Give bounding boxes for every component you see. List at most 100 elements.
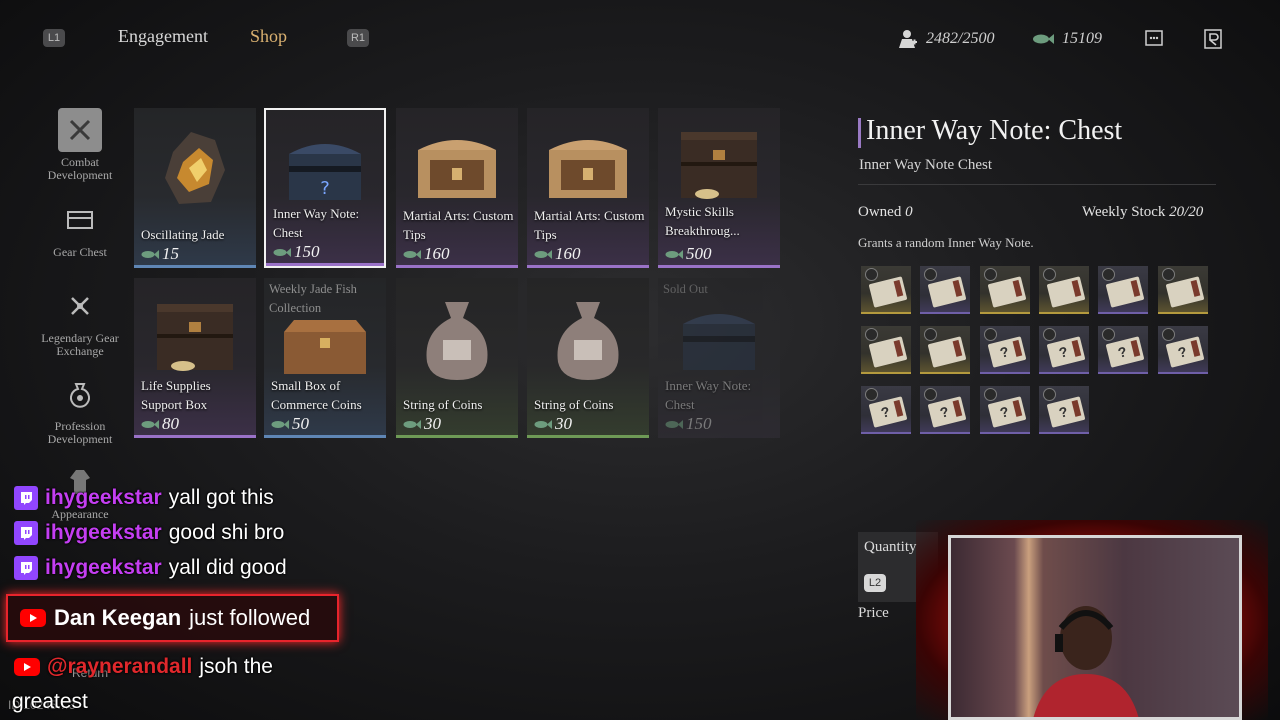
inner-way-note-item[interactable] [1098, 266, 1149, 314]
chat-text: yall did good [168, 556, 287, 579]
item-price-value: 80 [162, 414, 179, 433]
note-scroll-icon [1165, 276, 1204, 308]
ornate-chest-art [549, 140, 627, 198]
sidebar-item-label: Gear Chest [53, 245, 107, 259]
shop-item-inner-way-note-chest-sold-out[interactable]: Sold Out Inner Way Note: Chest 150 [658, 278, 780, 438]
follower-name: Dan Keegan [54, 605, 182, 630]
inner-way-note-item[interactable]: ? [979, 386, 1030, 434]
tab-shop[interactable]: Shop [250, 26, 287, 47]
item-price: 50 [271, 414, 309, 434]
inner-way-note-item[interactable]: ? [861, 386, 911, 434]
inner-way-note-item[interactable] [920, 266, 971, 314]
note-type-icon [865, 388, 878, 401]
weekly-stock-value: 20/20 [1169, 204, 1204, 220]
item-name: Martial Arts: Custom Tips [534, 208, 645, 242]
jade-fish-icon [1032, 32, 1054, 54]
note-scroll-icon [927, 276, 967, 308]
l1-button[interactable]: L1 [43, 29, 65, 47]
note-type-icon [1102, 268, 1116, 281]
item-price-value: 150 [294, 242, 320, 261]
sidebar-item-profession-development[interactable]: Profession Development [38, 372, 122, 446]
jade-fish-icon [141, 249, 159, 259]
detail-title: Inner Way Note: Chest [866, 115, 1123, 146]
note-type-icon [924, 388, 938, 401]
chat-message: @raynerandall jsoh the [14, 655, 273, 679]
owned-row: Owned 0 [858, 204, 913, 221]
item-price: 15 [141, 244, 179, 264]
inner-way-note-item[interactable]: ? [979, 326, 1030, 374]
inner-way-note-item[interactable]: ? [1098, 326, 1149, 374]
inner-way-note-item[interactable] [861, 266, 911, 314]
item-price: 160 [534, 244, 581, 264]
note-type-icon [865, 328, 878, 341]
shop-item-martial-arts-custom-tips-2[interactable]: Martial Arts: Custom Tips 160 [527, 108, 649, 268]
inner-way-note-item[interactable]: ? [920, 386, 971, 434]
coin-pouch-art [557, 302, 619, 380]
sidebar-item-gear-chest[interactable]: Gear Chest [38, 198, 122, 259]
note-type-icon [1161, 328, 1175, 341]
chat-username: ihygeekstar [45, 521, 162, 544]
item-name: Martial Arts: Custom Tips [403, 208, 514, 242]
shop-item-martial-arts-custom-tips[interactable]: Martial Arts: Custom Tips 160 [396, 108, 518, 268]
follow-text: just followed [189, 605, 311, 630]
sidebar-item-legendary-gear-exchange[interactable]: Legendary Gear Exchange [38, 284, 122, 358]
shop-item-oscillating-jade[interactable]: Oscillating Jade 15 [134, 108, 256, 268]
quantity-label: Quantity [864, 539, 917, 555]
streamer-silhouette [1033, 606, 1139, 717]
inner-way-note-item[interactable] [861, 326, 911, 374]
chat-username: @raynerandall [47, 655, 193, 678]
note-type-icon [924, 268, 938, 281]
inner-way-note-item[interactable] [1038, 266, 1089, 314]
sidebar-item-label: Combat Development [47, 155, 113, 182]
inner-way-note-item[interactable]: ? [1038, 386, 1089, 434]
chat-username: ihygeekstar [45, 556, 162, 579]
item-price: 150 [273, 242, 320, 262]
chat-message: ihygeekstar yall did good [14, 556, 287, 580]
r1-button[interactable]: R1 [347, 29, 369, 47]
item-name: Oscillating Jade [141, 227, 225, 242]
item-price: 80 [141, 414, 179, 434]
shop-item-string-of-coins-2[interactable]: String of Coins 30 [527, 278, 649, 438]
rarity-accent-bar [858, 118, 861, 148]
shop-item-life-supplies-support-box[interactable]: Life Supplies Support Box 80 [134, 278, 256, 438]
shop-item-mystic-skills-breakthrough[interactable]: Mystic Skills Breakthroug... 500 [658, 108, 780, 268]
inner-way-note-item[interactable] [1157, 266, 1208, 314]
coin-counter: 15109 [1062, 30, 1102, 47]
item-price-value: 160 [555, 244, 581, 263]
divider [858, 184, 1216, 185]
jade-stone-art [165, 132, 225, 204]
status-icon [896, 28, 918, 50]
wood-box-art [284, 320, 366, 374]
jade-fish-icon [665, 249, 683, 259]
grid-icon[interactable] [1144, 28, 1166, 50]
chat-username: ihygeekstar [45, 486, 162, 509]
shop-item-inner-way-note-chest[interactable]: ? Inner Way Note: Chest 150 [264, 108, 386, 268]
large-chest-art [157, 304, 233, 371]
shop-item-string-of-coins[interactable]: String of Coins 30 [396, 278, 518, 438]
note-type-icon [1042, 268, 1056, 281]
svg-text:?: ? [320, 178, 330, 199]
note-scroll-icon [1105, 276, 1145, 308]
item-name: String of Coins [403, 397, 483, 412]
character-icon[interactable] [1202, 28, 1224, 50]
inner-way-note-item[interactable]: ? [1038, 326, 1089, 374]
note-scroll-icon [987, 276, 1026, 308]
sidebar-item-combat-development[interactable]: Combat Development [38, 108, 122, 182]
large-chest-art [681, 132, 757, 199]
shop-item-small-box-of-commerce-coins[interactable]: Weekly Jade Fish Collection Small Box of… [264, 278, 386, 438]
jade-fish-icon [271, 419, 289, 429]
inner-way-note-item[interactable] [979, 266, 1030, 314]
webcam-feed [948, 535, 1242, 720]
note-scroll-icon [868, 276, 908, 308]
item-price: 150 [665, 414, 712, 434]
tab-engagement[interactable]: Engagement [118, 26, 208, 47]
coin-pouch-art [426, 302, 488, 380]
l2-button[interactable]: L2 [864, 574, 886, 592]
chat-message-continued: greatest [12, 690, 88, 713]
inner-way-note-item[interactable] [920, 326, 971, 374]
detail-subtitle: Inner Way Note Chest [859, 157, 993, 173]
status-counter: 2482/2500 [926, 30, 995, 47]
inner-way-note-item[interactable]: ? [1157, 326, 1208, 374]
weekly-stock-label: Weekly Stock [1082, 204, 1166, 220]
youtube-icon [14, 658, 40, 676]
